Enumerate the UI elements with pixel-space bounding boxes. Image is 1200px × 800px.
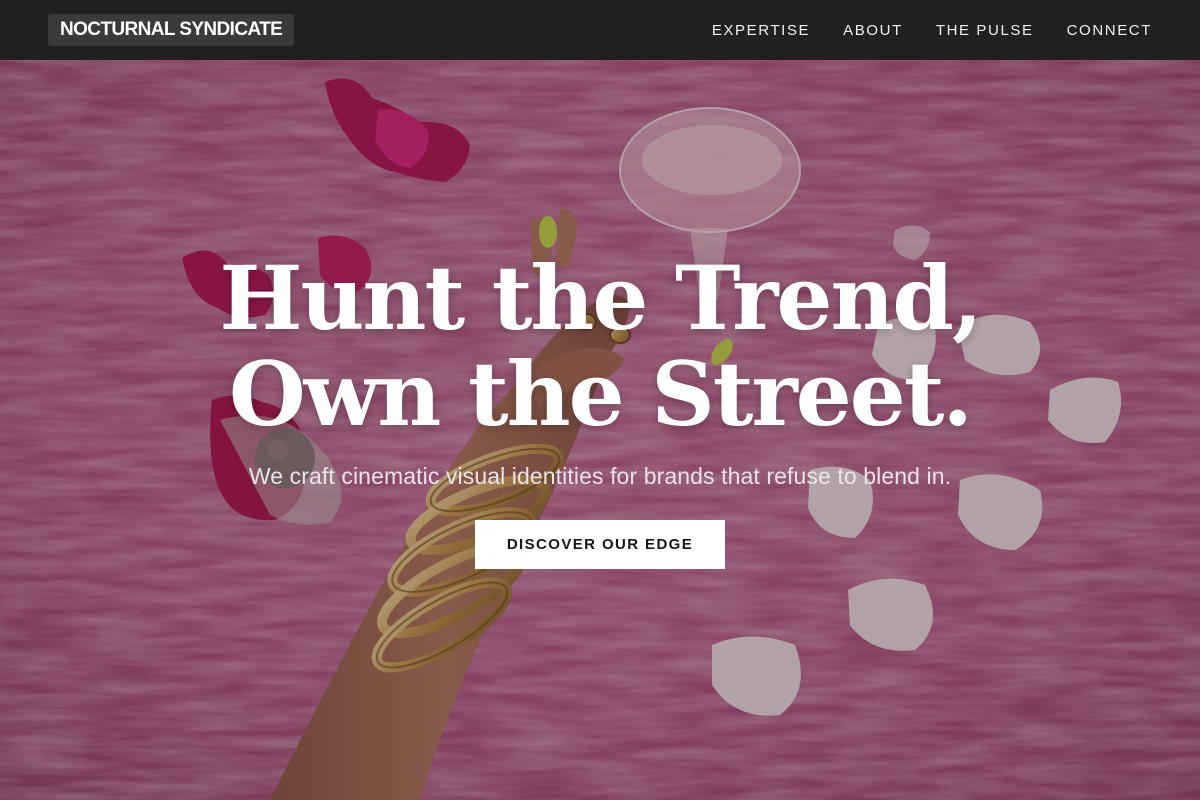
nav-link-about[interactable]: ABOUT: [843, 22, 903, 39]
hero-headline: Hunt the Trend, Own the Street.: [100, 250, 1100, 442]
nav-menu: EXPERTISE ABOUT THE PULSE CONNECT: [712, 0, 1152, 60]
brand-logo[interactable]: NOCTURNAL SYNDICATE: [48, 14, 295, 46]
nav-link-connect[interactable]: CONNECT: [1067, 22, 1152, 39]
nav-link-the-pulse[interactable]: THE PULSE: [936, 22, 1034, 39]
hero-headline-line-1: Hunt the Trend,: [219, 246, 982, 350]
hero-content: Hunt the Trend, Own the Street. We craft…: [0, 60, 1200, 800]
discover-our-edge-button[interactable]: DISCOVER OUR EDGE: [475, 520, 725, 569]
hero-subtitle: We craft cinematic visual identities for…: [248, 463, 952, 489]
hero-headline-line-2: Own the Street.: [228, 342, 973, 446]
nav-link-expertise[interactable]: EXPERTISE: [712, 22, 810, 39]
page: NOCTURNAL SYNDICATE EXPERTISE ABOUT THE …: [0, 0, 1200, 800]
hero-section: Hunt the Trend, Own the Street. We craft…: [0, 60, 1200, 800]
top-navbar: NOCTURNAL SYNDICATE EXPERTISE ABOUT THE …: [0, 0, 1200, 60]
